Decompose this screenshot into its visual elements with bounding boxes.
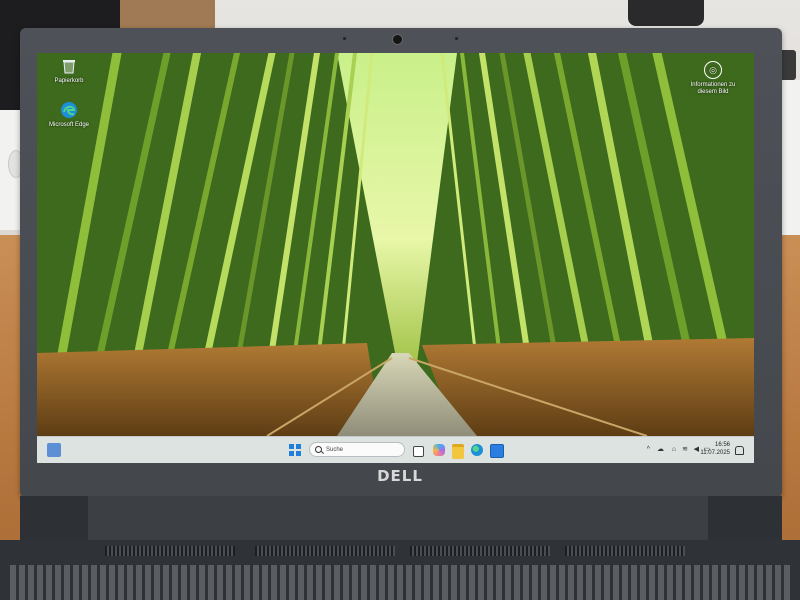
vent-grille-3 bbox=[410, 546, 550, 556]
clock-date: 11.07.2025 bbox=[700, 450, 730, 456]
language-icon[interactable]: ⌂ bbox=[672, 445, 676, 455]
webcam bbox=[392, 34, 403, 45]
vent-grille-2 bbox=[255, 546, 395, 556]
mic-dot bbox=[343, 37, 346, 40]
vent-grille-1 bbox=[105, 546, 235, 556]
bamboo-wallpaper bbox=[37, 53, 754, 436]
desktop-icon-label: Papierkorb bbox=[54, 78, 84, 84]
desktop-icon-edge[interactable]: Microsoft Edge bbox=[39, 101, 99, 129]
search-input[interactable]: Suche bbox=[309, 442, 405, 457]
widgets-icon[interactable] bbox=[47, 443, 61, 457]
taskbar: Suche ^ ☁ ⌂ ≋ ◀ ▭ 16:56 11.07.2025 bbox=[37, 436, 754, 463]
laptop-hinge bbox=[88, 496, 708, 540]
notification-bell-icon[interactable] bbox=[735, 446, 744, 455]
wifi-icon[interactable]: ≋ bbox=[682, 445, 688, 455]
clock-time: 16:56 bbox=[714, 442, 730, 448]
recycle-bin-icon bbox=[63, 60, 75, 74]
clock[interactable]: 16:56 11.07.2025 bbox=[690, 441, 730, 457]
background-mug bbox=[628, 0, 704, 26]
copilot-icon[interactable] bbox=[433, 444, 445, 456]
desktop-icon-recycle-bin[interactable]: Papierkorb bbox=[39, 57, 99, 85]
start-icon[interactable] bbox=[289, 444, 301, 456]
dell-logo: DELL bbox=[377, 467, 423, 485]
onedrive-icon[interactable]: ☁ bbox=[657, 445, 664, 455]
keyboard-deck bbox=[10, 565, 790, 600]
sensor-dot bbox=[455, 37, 458, 40]
search-icon bbox=[315, 446, 322, 453]
edge-icon bbox=[61, 102, 77, 118]
camera-info-icon: ◎ bbox=[704, 61, 722, 79]
spotlight-info-widget[interactable]: ◎ Informationen zu diesem Bild bbox=[678, 61, 748, 96]
vent-grille-4 bbox=[565, 546, 685, 556]
background-box bbox=[120, 0, 215, 30]
search-placeholder: Suche bbox=[326, 447, 344, 453]
store-icon[interactable] bbox=[490, 444, 504, 458]
desktop-icon-label: Microsoft Edge bbox=[48, 122, 90, 128]
file-explorer-icon[interactable] bbox=[452, 444, 464, 459]
widget-label-line2: diesem Bild bbox=[697, 89, 729, 95]
edge-taskbar-icon[interactable] bbox=[471, 444, 483, 456]
widget-label-line1: Informationen zu bbox=[690, 82, 736, 88]
tray-chevron-icon[interactable]: ^ bbox=[647, 445, 650, 455]
laptop-screen: Papierkorb Microsoft Edge ◎ Informatione… bbox=[37, 53, 754, 463]
task-view-icon[interactable] bbox=[413, 446, 424, 457]
